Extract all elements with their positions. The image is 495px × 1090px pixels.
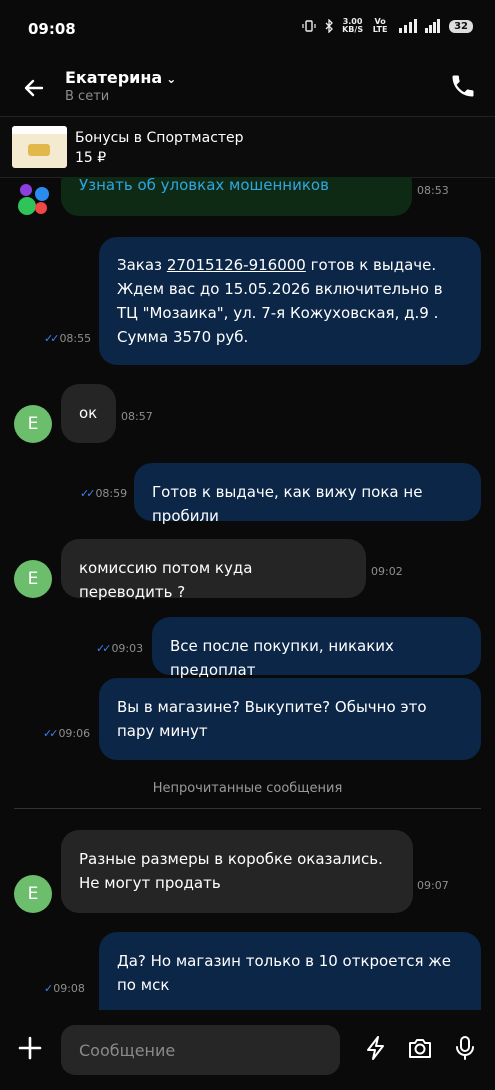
microphone-icon[interactable] <box>451 1034 479 1062</box>
read-ticks-icon: ✓✓ <box>96 642 112 655</box>
message-time: ✓✓ 09:06 <box>43 727 91 740</box>
app-logo-icon <box>18 184 49 215</box>
battery-indicator: 32 <box>449 19 473 33</box>
camera-icon[interactable] <box>406 1034 434 1062</box>
promo-title: Бонусы в Спортмастер <box>75 130 244 146</box>
message-bubble-outgoing[interactable]: Заказ 27015126-916000 готов к выдаче. Жд… <box>99 237 481 365</box>
promo-value: 15 ₽ <box>75 150 107 166</box>
message-time: 09:07 <box>417 879 449 892</box>
back-arrow-icon[interactable] <box>20 74 48 102</box>
read-ticks-icon: ✓✓ <box>80 487 96 500</box>
order-number-link[interactable]: 27015126-916000 <box>167 256 306 274</box>
message-bubble-outgoing[interactable]: Все после покупки, никаких предоплат <box>152 617 481 679</box>
volte-indicator: Vo LTE <box>372 17 388 34</box>
status-time: 09:08 <box>28 20 76 38</box>
divider-line <box>14 808 481 809</box>
avatar[interactable]: Е <box>14 560 52 598</box>
message-bubble-incoming[interactable]: Разные размеры в коробке оказались. Не м… <box>61 830 413 913</box>
avatar[interactable]: Е <box>14 405 52 443</box>
bluetooth-icon <box>325 19 334 33</box>
message-bubble-incoming[interactable]: ок <box>61 384 116 443</box>
message-time: ✓ 09:08 <box>44 982 85 995</box>
chat-header: Екатерина ⌄ В сети <box>0 58 495 116</box>
message-composer <box>0 1010 495 1090</box>
signal-icon <box>425 19 441 33</box>
message-time: ✓✓ 08:55 <box>44 332 92 345</box>
phone-icon[interactable] <box>449 72 477 100</box>
message-bubble-outgoing[interactable]: Готов к выдаче, как вижу пока не пробили <box>134 463 481 525</box>
read-ticks-icon: ✓ <box>44 982 53 995</box>
vibrate-icon <box>302 20 316 32</box>
contact-status: В сети <box>65 89 110 104</box>
network-speed: 3.00 KB/S <box>342 17 364 34</box>
message-time: ✓✓ 09:03 <box>96 642 144 655</box>
status-bar: 09:08 3.00 KB/S Vo LTE 32 <box>0 0 495 58</box>
avatar[interactable]: Е <box>14 875 52 913</box>
message-time: 09:02 <box>371 565 403 578</box>
message-time: ✓✓ 08:59 <box>80 487 128 500</box>
chevron-down-icon[interactable]: ⌄ <box>166 72 176 86</box>
chat-messages[interactable]: Узнать об уловках мошенников 08:53 ✓✓ 08:… <box>0 177 495 1010</box>
plus-icon[interactable] <box>16 1034 44 1062</box>
read-ticks-icon: ✓✓ <box>44 332 60 345</box>
signal-4g-icon <box>399 19 418 33</box>
message-bubble-outgoing[interactable]: Да? Но магазин только в 10 откроется же … <box>99 932 481 1010</box>
contact-name[interactable]: Екатерина ⌄ <box>65 68 176 87</box>
message-bubble-incoming[interactable]: комиссию потом куда переводить ? <box>61 539 366 601</box>
message-time: 08:53 <box>417 184 449 197</box>
fraud-info-link[interactable]: Узнать об уловках мошенников <box>79 177 329 194</box>
message-time: 08:57 <box>121 410 153 423</box>
read-ticks-icon: ✓✓ <box>43 727 59 740</box>
message-bubble-system[interactable]: Узнать об уловках мошенников <box>61 177 412 216</box>
message-bubble-outgoing[interactable]: Вы в магазине? Выкупите? Обычно это пару… <box>99 678 481 760</box>
promo-thumbnail <box>12 126 67 168</box>
unread-divider: Непрочитанные сообщения <box>152 781 343 796</box>
status-icons: 3.00 KB/S Vo LTE 32 <box>302 18 473 34</box>
message-input[interactable] <box>61 1025 340 1075</box>
lightning-icon[interactable] <box>362 1034 390 1062</box>
promo-banner[interactable]: Бонусы в Спортмастер 15 ₽ <box>0 116 495 178</box>
